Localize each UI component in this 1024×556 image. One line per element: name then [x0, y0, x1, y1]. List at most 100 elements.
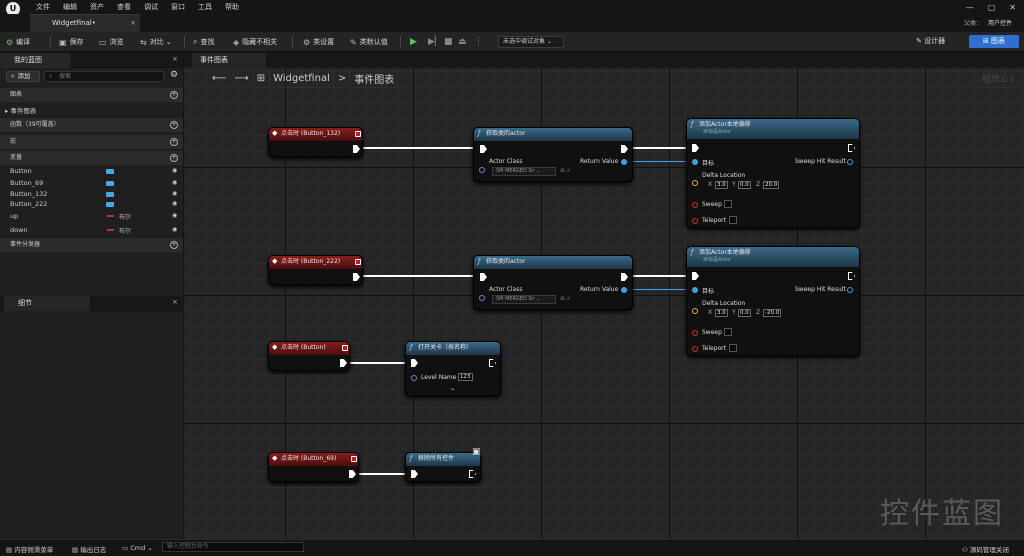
compile-button[interactable]: ⚙ 编译 [6, 36, 30, 48]
variable-item[interactable]: up [10, 212, 18, 220]
delegate-pin-icon[interactable] [342, 345, 348, 351]
settings-gear-icon[interactable]: ⚙ [170, 70, 178, 80]
exec-in-pin[interactable] [411, 359, 418, 367]
delegate-pin-icon[interactable] [355, 259, 361, 265]
tab-my-blueprint[interactable]: 我的蓝图 [0, 53, 70, 68]
expand-chevron-icon[interactable]: ⌄ [450, 385, 455, 392]
variable-item[interactable]: Button [10, 167, 32, 175]
delta-z-input[interactable]: -20.0 [763, 309, 782, 317]
maximize-icon[interactable]: ▢ [988, 3, 996, 12]
actor-class-pin[interactable] [479, 295, 485, 301]
variable-item[interactable]: Button_69 [10, 179, 43, 187]
minimize-icon[interactable]: — [966, 3, 974, 12]
exec-out-pin[interactable] [848, 144, 855, 152]
sweep-checkbox[interactable] [724, 328, 732, 336]
exec-in-pin[interactable] [480, 273, 487, 281]
back-arrow-icon[interactable]: ⟵ [212, 73, 226, 84]
step-icon[interactable]: ▶▏ [428, 37, 442, 47]
delta-y-input[interactable]: 0.0 [738, 309, 751, 317]
tab-close-icon[interactable]: × [130, 15, 136, 32]
teleport-pin[interactable] [692, 346, 698, 352]
menu-view[interactable]: 查看 [117, 2, 131, 12]
exec-out-pin[interactable] [340, 359, 347, 367]
target-pin[interactable] [692, 159, 698, 165]
add-button[interactable]: + 添加 [6, 71, 40, 82]
event-node[interactable]: 点击时 (Button_222) ◆ [268, 255, 363, 285]
exec-out-pin[interactable] [621, 145, 628, 153]
sweep-pin[interactable] [692, 330, 698, 336]
parent-class-value[interactable]: 用户控件 [988, 18, 1012, 27]
teleport-checkbox[interactable] [729, 344, 737, 352]
variable-item[interactable]: Button_222 [10, 200, 47, 208]
sweep-pin[interactable] [692, 202, 698, 208]
sweep-hit-pin[interactable] [847, 287, 853, 293]
return-value-pin[interactable] [621, 159, 627, 165]
hide-unrelated-button[interactable]: ◈ 隐藏不相关 [233, 36, 277, 48]
eye-icon[interactable]: ◉ [172, 226, 177, 233]
blueprint-search-input[interactable]: ⌕ 搜索 [44, 71, 164, 82]
eye-icon[interactable]: ◉ [172, 212, 177, 219]
save-button[interactable]: ▣ 保存 [59, 36, 84, 48]
section-variables[interactable]: 变量 + [0, 151, 183, 165]
eye-icon[interactable]: ◉ [172, 200, 177, 207]
stop-icon[interactable]: ■ [444, 37, 453, 47]
event-node[interactable]: 点击时 (Button_132) ◆ [268, 127, 363, 157]
breadcrumb-leaf[interactable]: 事件图表 [354, 71, 394, 86]
add-dispatcher-icon[interactable]: + [170, 241, 178, 249]
eye-icon[interactable]: ◉ [172, 190, 177, 197]
details-close-icon[interactable]: × [172, 298, 178, 306]
event-node[interactable]: 点击时 (Button) ◆ [268, 341, 350, 371]
add-macro-icon[interactable]: + [170, 138, 178, 146]
add-actor-offset-node[interactable]: 添加Actor本地偏移 目标是Actor ƒ 目标 Sweep Hit Resul… [686, 246, 860, 356]
more-options-icon[interactable]: ⋮ [474, 37, 483, 47]
browse-icon[interactable]: ⊖ ⌕ [560, 295, 570, 303]
eye-icon[interactable]: ◉ [172, 179, 177, 186]
menu-assets[interactable]: 资产 [90, 2, 104, 12]
exec-in-pin[interactable] [480, 145, 487, 153]
browse-icon[interactable]: ⊖ ⌕ [560, 167, 570, 175]
add-variable-icon[interactable]: + [170, 154, 178, 162]
section-macros[interactable]: 宏 + [0, 135, 183, 149]
eye-icon[interactable]: ◉ [172, 167, 177, 174]
delta-x-input[interactable]: 3.0 [715, 181, 728, 189]
delegate-pin-icon[interactable] [355, 131, 361, 137]
document-tab[interactable]: Widgetfinal• × [30, 14, 140, 32]
class-defaults-button[interactable]: ✎ 类默认值 [350, 36, 388, 48]
exec-out-pin[interactable] [353, 273, 360, 281]
exec-out-pin[interactable] [469, 470, 476, 478]
menu-window[interactable]: 窗口 [171, 2, 185, 12]
section-functions[interactable]: 函数（39可覆盖） + [0, 118, 183, 132]
event-graph-item[interactable]: ▸ 事件图表 [5, 105, 36, 115]
delegate-pin-icon[interactable] [351, 456, 357, 462]
breadcrumb-root[interactable]: Widgetfinal [273, 73, 330, 84]
menu-edit[interactable]: 编辑 [63, 2, 77, 12]
menu-file[interactable]: 文件 [36, 2, 50, 12]
designer-mode-button[interactable]: ✎ 设计器 [916, 36, 945, 46]
eject-icon[interactable]: ⏏ [458, 37, 467, 47]
get-actor-node[interactable]: 获取类的actor ƒ Actor Class Return Value SM … [473, 255, 633, 310]
exec-in-pin[interactable] [692, 272, 699, 280]
delta-z-input[interactable]: 20.0 [763, 181, 780, 189]
tab-event-graph[interactable]: 事件图表 [192, 53, 266, 68]
class-settings-button[interactable]: ⚙ 类设置 [303, 36, 334, 48]
actor-class-combo[interactable]: SM MERGED Gr ⌄ [492, 295, 556, 304]
variable-item[interactable]: down [10, 226, 28, 234]
exec-out-pin[interactable] [353, 145, 360, 153]
tab-details[interactable]: 细节 [4, 296, 90, 311]
delta-y-input[interactable]: 0.0 [738, 181, 751, 189]
diff-button[interactable]: ⇆ 对比 ⌄ [140, 36, 172, 48]
exec-out-pin[interactable] [848, 272, 855, 280]
exec-out-pin[interactable] [621, 273, 628, 281]
delta-pin[interactable] [692, 308, 698, 314]
event-node[interactable]: 点击时 (Button_69) ◆ [268, 452, 359, 482]
level-name-pin[interactable] [411, 375, 417, 381]
return-value-pin[interactable] [621, 287, 627, 293]
actor-class-combo[interactable]: SM MERGED Gr ⌄ [492, 167, 556, 176]
delta-pin[interactable] [692, 180, 698, 186]
menu-help[interactable]: 帮助 [225, 2, 239, 12]
menu-debug[interactable]: 调试 [144, 2, 158, 12]
content-drawer-button[interactable]: ▤ 内容侧滑菜单 [6, 544, 53, 554]
open-level-node[interactable]: 打开关卡（按名称） ƒ Level Name 123 ⌄ [405, 341, 501, 396]
teleport-pin[interactable] [692, 218, 698, 224]
remove-widgets-node[interactable]: 移除所有控件 ƒ ▣ [405, 447, 481, 482]
